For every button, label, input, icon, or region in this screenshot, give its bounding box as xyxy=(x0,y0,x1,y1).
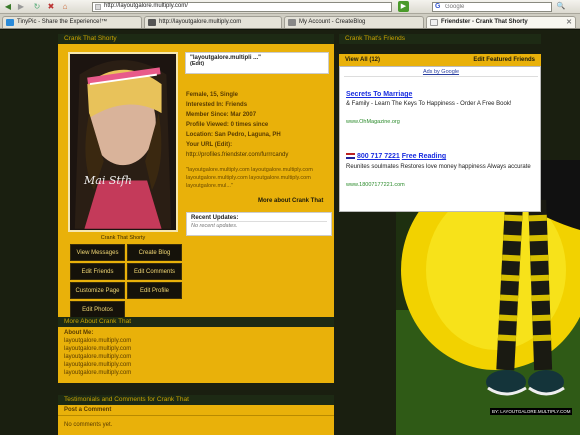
ad2-phone[interactable]: 800 717 7221 xyxy=(346,153,400,160)
createblog-favicon-icon xyxy=(288,19,296,26)
testimonials-header: Testimonials and Comments for Crank That xyxy=(58,395,334,405)
tab-friendster[interactable]: Friendster - Crank That Shorty ✕ xyxy=(426,16,576,28)
about-me-line: layoutgalore.multiply.com xyxy=(64,370,132,376)
edit-url-link[interactable]: (Edit) xyxy=(215,142,230,148)
search-input[interactable] xyxy=(445,3,549,11)
page-content: BY: LAYOUTGALORE.MULTIPLY.COM Crank That… xyxy=(0,30,580,435)
ad2-description: Reunites soulmates Restores love money h… xyxy=(346,164,531,170)
more-about-header: More About Crank That xyxy=(58,317,334,327)
page-favicon-icon xyxy=(95,4,101,10)
page-favicon-icon xyxy=(148,19,156,26)
ad2-header: 800 717 7221 Free Reading xyxy=(346,153,446,160)
profile-header: Crank That Shorty xyxy=(58,34,334,44)
back-icon[interactable]: ◀ xyxy=(3,2,13,12)
profile-url-link[interactable]: http://profiles.friendster.com/furrrcand… xyxy=(186,150,334,160)
forward-icon[interactable]: ▶ xyxy=(16,2,26,12)
profile-basics: Female, 15, Single xyxy=(186,92,239,98)
ad1-description: & Family - Learn The Keys To Happiness -… xyxy=(346,101,512,107)
tab-label: My Account - CreateBlog xyxy=(299,19,366,25)
profile-panel: Mai Stfh Crank That Shorty "layoutgalore… xyxy=(58,44,334,342)
photo-caption: Crank That Shorty xyxy=(100,235,146,241)
tab-tinypic[interactable]: TinyPic - Share the Experience!™ xyxy=(2,16,142,28)
name-box: "layoutgalore.multipli ..." (Edit) xyxy=(185,52,329,74)
profile-photo-image xyxy=(70,55,176,229)
divider xyxy=(344,76,538,77)
profile-viewed-row: Profile Viewed: 0 times since xyxy=(186,120,334,130)
view-all-friends-link[interactable]: View All (12) xyxy=(345,54,380,66)
tinypic-favicon-icon xyxy=(6,19,14,26)
profile-viewed-label: Profile Viewed: xyxy=(186,122,229,128)
profile-info: Female, 15, Single Interested In: Friend… xyxy=(186,90,334,160)
google-ads-box: Ads by Google Secrets To Marriage & Fami… xyxy=(339,66,541,212)
watermark: BY: LAYOUTGALORE.MULTIPLY.COM xyxy=(490,408,573,415)
search-go-icon[interactable]: 🔍 xyxy=(556,2,566,12)
no-comments-text: No comments yet. xyxy=(64,422,113,428)
edit-photos-button[interactable]: Edit Photos xyxy=(70,301,125,318)
interested-label: Interested In: xyxy=(186,102,224,108)
search-box[interactable]: G xyxy=(432,2,552,12)
profile-viewed-value: 0 times since xyxy=(230,122,269,128)
about-me-label: About Me: xyxy=(64,330,94,336)
your-url-row: Your URL (Edit): xyxy=(186,142,233,148)
close-tab-icon[interactable]: ✕ xyxy=(566,17,572,28)
ad2-phone-number: 800 717 7221 xyxy=(357,153,400,160)
member-since-label: Member Since: xyxy=(186,112,229,118)
profile-photo[interactable]: Mai Stfh xyxy=(68,52,178,232)
tab-layoutgalore[interactable]: http://layoutgalore.multiply.com xyxy=(144,16,282,28)
edit-featured-friends-link[interactable]: Edit Featured Friends xyxy=(473,54,535,66)
friends-links-row: View All (12) Edit Featured Friends xyxy=(339,54,541,66)
ads-by-google-link[interactable]: Ads by Google xyxy=(340,69,542,75)
location-value: San Pedro, Laguna, PH xyxy=(214,132,281,138)
tab-label: Friendster - Crank That Shorty xyxy=(441,19,528,25)
home-icon[interactable]: ⌂ xyxy=(60,2,70,12)
about-me-panel: About Me: layoutgalore.multiply.com layo… xyxy=(58,327,334,383)
about-me-line: layoutgalore.multiply.com xyxy=(64,362,132,368)
tab-label: http://layoutgalore.multiply.com xyxy=(159,19,242,25)
edit-comments-button[interactable]: Edit Comments xyxy=(127,263,182,280)
view-messages-button[interactable]: View Messages xyxy=(70,244,125,261)
location-row: Location: San Pedro, Laguna, PH xyxy=(186,130,334,140)
ad2-title-link[interactable]: Free Reading xyxy=(402,153,446,160)
more-about-link[interactable]: More about Crank That xyxy=(258,198,323,204)
google-icon: G xyxy=(435,3,441,10)
about-me-line: layoutgalore.multiply.com xyxy=(64,346,132,352)
member-since-value: Mar 2007 xyxy=(230,112,257,118)
interested-value: Friends xyxy=(225,102,248,108)
post-comment-link[interactable]: Post a Comment xyxy=(58,405,334,416)
profile-blurb: "layoutgalore.multiply.com layoutgalore.… xyxy=(186,167,313,189)
edit-profile-button[interactable]: Edit Profile xyxy=(127,282,182,299)
edit-name-link[interactable]: (Edit) xyxy=(190,61,324,67)
friends-header: Crank That's Friends xyxy=(339,34,541,44)
stop-icon[interactable]: ✖ xyxy=(46,2,56,12)
tab-bar: TinyPic - Share the Experience!™ http://… xyxy=(0,14,580,29)
reload-icon[interactable]: ↻ xyxy=(32,2,42,12)
us-flag-icon xyxy=(346,153,355,160)
member-since-row: Member Since: Mar 2007 xyxy=(186,110,334,120)
ad1-url-link[interactable]: www.OhMagazine.org xyxy=(346,119,400,125)
about-me-line: layoutgalore.multiply.com xyxy=(64,338,132,344)
ad1-title-link[interactable]: Secrets To Marriage xyxy=(346,91,412,98)
location-label: Location: xyxy=(186,132,213,138)
go-button[interactable]: ▶ xyxy=(398,1,409,12)
tab-label: TinyPic - Share the Experience!™ xyxy=(17,19,108,25)
recent-updates-title: Recent Updates: xyxy=(191,215,327,222)
customize-page-button[interactable]: Customize Page xyxy=(70,282,125,299)
your-url-label: Your URL xyxy=(186,142,214,148)
about-me-line: layoutgalore.multiply.com xyxy=(64,354,132,360)
ad2-url-link[interactable]: www.18007177221.com xyxy=(346,182,405,188)
comments-panel: Post a Comment No comments yet. xyxy=(58,405,334,435)
recent-updates-value: No recent updates. xyxy=(191,223,238,229)
recent-updates-box: Recent Updates: No recent updates. xyxy=(186,212,332,236)
browser-toolbar: ◀ ▶ ↻ ✖ ⌂ ▶ G 🔍 xyxy=(0,0,580,14)
address-bar-url: http://layoutgalore.multiply.com/ xyxy=(104,3,188,9)
edit-friends-button[interactable]: Edit Friends xyxy=(70,263,125,280)
tab-createblog[interactable]: My Account - CreateBlog xyxy=(284,16,424,28)
interested-in-row: Interested In: Friends xyxy=(186,100,334,110)
create-blog-button[interactable]: Create Blog xyxy=(127,244,182,261)
friendster-favicon-icon xyxy=(430,19,438,26)
photo-signature: Mai Stfh xyxy=(84,174,132,187)
